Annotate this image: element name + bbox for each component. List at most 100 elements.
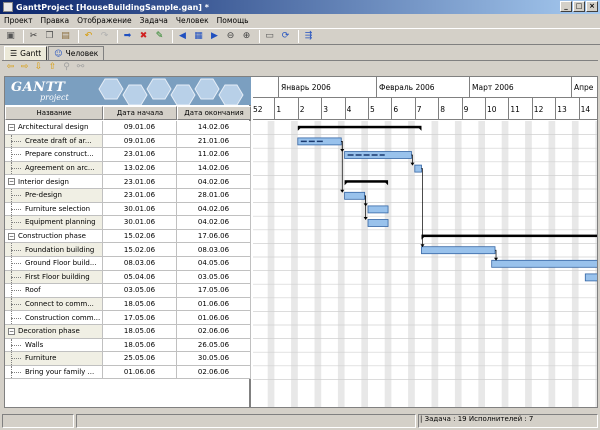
task-end-cell[interactable]: 17.05.06 [177, 284, 251, 297]
menu-task[interactable]: Задача [140, 16, 168, 25]
minimize-button[interactable]: _ [560, 1, 572, 12]
maximize-button[interactable]: □ [573, 1, 585, 12]
link-icon[interactable]: ⚲ [61, 62, 72, 73]
close-button[interactable]: × [586, 1, 598, 12]
task-start-cell[interactable]: 03.05.06 [103, 284, 177, 297]
arrow-right-icon[interactable]: ⇨ [19, 62, 30, 73]
task-group-row[interactable]: − Architectural design 09.01.06 14.02.06 [5, 121, 251, 135]
task-end-cell[interactable]: 14.02.06 [177, 121, 251, 134]
task-end-cell[interactable]: 11.02.06 [177, 148, 251, 161]
task-name-cell[interactable]: Construction comm... [5, 311, 103, 324]
task-start-cell[interactable]: 15.02.06 [103, 243, 177, 256]
task-name-cell[interactable]: Foundation building [5, 243, 103, 256]
task-start-cell[interactable]: 30.01.06 [103, 216, 177, 229]
task-name-cell[interactable]: Agreement on arc... [5, 161, 103, 175]
collapse-toggle-icon[interactable]: − [8, 123, 15, 131]
task-end-cell[interactable]: 08.03.06 [177, 243, 251, 256]
task-bar[interactable] [367, 205, 389, 214]
task-end-cell[interactable]: 01.06.06 [177, 297, 251, 311]
task-name-cell[interactable]: − Construction phase [5, 229, 103, 243]
task-row[interactable]: Foundation building 15.02.06 08.03.06 [5, 243, 251, 257]
redo-icon[interactable]: ↷ [98, 30, 111, 43]
task-bar[interactable] [491, 259, 597, 268]
task-row[interactable]: Bring your family ... 01.06.06 02.06.06 [5, 365, 251, 380]
task-name-cell[interactable]: Bring your family ... [5, 365, 103, 379]
task-start-cell[interactable]: 23.01.06 [103, 148, 177, 161]
task-bar[interactable] [344, 191, 366, 200]
paste-icon[interactable]: ▤ [59, 30, 72, 43]
refresh-icon[interactable]: ⟳ [279, 30, 292, 43]
column-header-name[interactable]: Название [5, 106, 103, 120]
indent-icon[interactable]: ➡ [121, 30, 134, 43]
task-name-cell[interactable]: Create draft of ar... [5, 134, 103, 148]
task-start-cell[interactable]: 13.02.06 [103, 161, 177, 175]
task-name-cell[interactable]: Equipment planning [5, 216, 103, 229]
task-start-cell[interactable]: 08.03.06 [103, 256, 177, 270]
task-start-cell[interactable]: 25.05.06 [103, 352, 177, 365]
task-end-cell[interactable]: 01.06.06 [177, 311, 251, 324]
unlink-icon[interactable]: ⚯ [75, 62, 86, 73]
task-end-cell[interactable]: 04.02.06 [177, 202, 251, 216]
task-row[interactable]: Walls 18.05.06 26.05.06 [5, 338, 251, 353]
critical-path-icon[interactable]: ⇶ [302, 30, 315, 43]
menu-view[interactable]: Отображение [77, 16, 132, 25]
task-start-cell[interactable]: 30.01.06 [103, 202, 177, 216]
task-name-cell[interactable]: − Architectural design [5, 121, 103, 134]
task-name-cell[interactable]: Furniture [5, 352, 103, 365]
zoom-in-icon[interactable]: ⊕ [240, 30, 253, 43]
save-icon[interactable]: ▣ [4, 30, 17, 43]
collapse-toggle-icon[interactable]: − [8, 327, 15, 335]
task-name-cell[interactable]: Prepare construct... [5, 148, 103, 161]
task-start-cell[interactable]: 18.05.06 [103, 297, 177, 311]
menu-help[interactable]: Помощь [217, 16, 249, 25]
undo-icon[interactable]: ↶ [82, 30, 95, 43]
task-end-cell[interactable]: 02.06.06 [177, 365, 251, 379]
task-name-cell[interactable]: Ground Floor build... [5, 256, 103, 270]
task-row[interactable]: Furniture selection 30.01.06 04.02.06 [5, 202, 251, 217]
tab-gantt[interactable]: ☰ Gantt [4, 46, 48, 60]
task-end-cell[interactable]: 21.01.06 [177, 134, 251, 148]
task-bar[interactable] [421, 246, 496, 255]
task-end-cell[interactable]: 28.01.06 [177, 188, 251, 202]
task-row[interactable]: Furniture 25.05.06 30.05.06 [5, 352, 251, 366]
task-start-cell[interactable]: 01.06.06 [103, 365, 177, 379]
task-name-cell[interactable]: − Decoration phase [5, 324, 103, 338]
gantt-chart[interactable] [253, 121, 597, 407]
task-name-cell[interactable]: First Floor building [5, 270, 103, 284]
task-start-cell[interactable]: 05.04.06 [103, 270, 177, 284]
tab-human[interactable]: ☺ Человек [48, 46, 105, 60]
task-end-cell[interactable]: 26.05.06 [177, 338, 251, 352]
task-start-cell[interactable]: 09.01.06 [103, 134, 177, 148]
task-name-cell[interactable]: Furniture selection [5, 202, 103, 216]
task-name-cell[interactable]: Pre-design [5, 188, 103, 202]
task-end-cell[interactable]: 30.05.06 [177, 352, 251, 365]
task-group-row[interactable]: − Interior design 23.01.06 04.02.06 [5, 175, 251, 189]
task-bar[interactable] [367, 219, 389, 227]
task-bar[interactable] [414, 164, 422, 173]
task-start-cell[interactable]: 23.01.06 [103, 175, 177, 188]
task-bar[interactable] [584, 273, 597, 282]
task-row[interactable]: Equipment planning 30.01.06 04.02.06 [5, 216, 251, 230]
task-end-cell[interactable]: 04.05.06 [177, 256, 251, 270]
arrow-up-icon[interactable]: ⇧ [47, 62, 58, 73]
print-preview-icon[interactable]: ▭ [263, 30, 276, 43]
task-row[interactable]: First Floor building 05.04.06 03.05.06 [5, 270, 251, 285]
task-row[interactable]: Prepare construct... 23.01.06 11.02.06 [5, 148, 251, 162]
scroll-right-icon[interactable]: ▶ [208, 30, 221, 43]
task-start-cell[interactable]: 18.05.06 [103, 338, 177, 352]
collapse-toggle-icon[interactable]: − [8, 232, 15, 240]
task-start-cell[interactable]: 18.05.06 [103, 324, 177, 338]
task-name-cell[interactable]: Walls [5, 338, 103, 352]
task-end-cell[interactable]: 14.02.06 [177, 161, 251, 175]
zoom-out-icon[interactable]: ⊖ [224, 30, 237, 43]
task-row[interactable]: Pre-design 23.01.06 28.01.06 [5, 188, 251, 203]
copy-icon[interactable]: ❐ [43, 30, 56, 43]
task-end-cell[interactable]: 17.06.06 [177, 229, 251, 243]
task-start-cell[interactable]: 09.01.06 [103, 121, 177, 134]
arrow-down-icon[interactable]: ⇩ [33, 62, 44, 73]
task-row[interactable]: Connect to comm... 18.05.06 01.06.06 [5, 297, 251, 312]
task-name-cell[interactable]: Connect to comm... [5, 297, 103, 311]
task-end-cell[interactable]: 04.02.06 [177, 175, 251, 188]
cut-icon[interactable]: ✂ [27, 30, 40, 43]
task-end-cell[interactable]: 02.06.06 [177, 324, 251, 338]
